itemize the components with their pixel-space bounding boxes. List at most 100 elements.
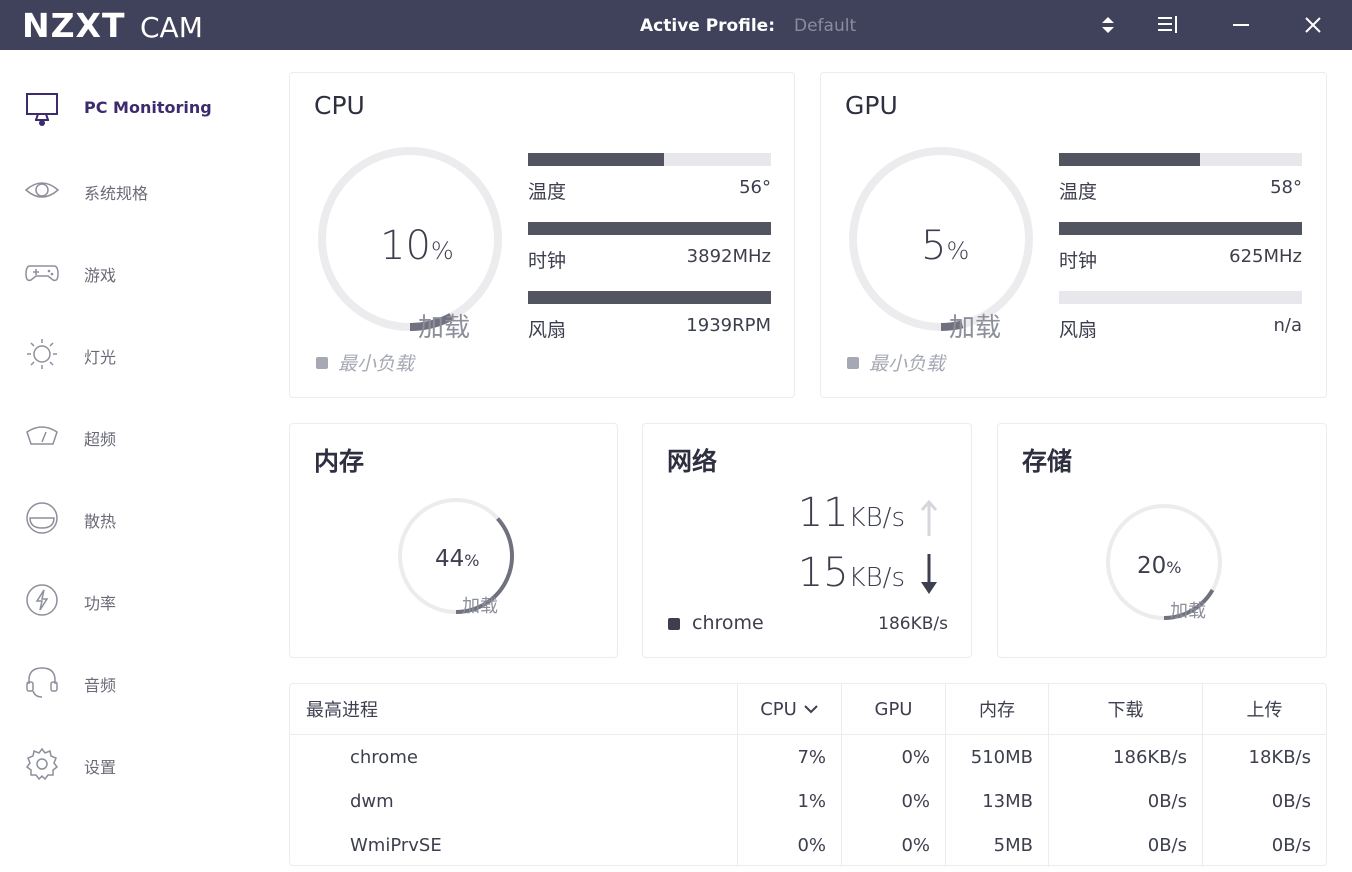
process-memory: 510MB	[970, 746, 1033, 768]
gamepad-icon	[25, 265, 59, 282]
sidebar-item-cooling[interactable]: 散热	[0, 490, 268, 550]
gpu-clock-value: 625MHz	[1229, 246, 1302, 267]
min-load-legend-swatch	[316, 357, 328, 369]
process-cpu: 7%	[797, 746, 826, 768]
header-memory[interactable]: 内存	[946, 684, 1048, 734]
upload-rate: 11KB/s	[797, 490, 905, 536]
table-header: 最高进程 CPU GPU 内存 下载 上传	[290, 684, 1326, 735]
network-top-process-rate: 186KB/s	[878, 614, 948, 634]
active-profile-value[interactable]: Default	[794, 16, 856, 36]
sidebar-item-overclocking[interactable]: 超频	[0, 408, 268, 468]
cpu-fan-label: 风扇	[528, 319, 567, 341]
sidebar-item-label: 游戏	[84, 266, 117, 285]
process-download: 0B/s	[1147, 834, 1187, 856]
active-profile-label: Active Profile:	[640, 16, 775, 36]
process-cpu: 0%	[797, 834, 826, 856]
app-logo: NZXT	[22, 6, 126, 46]
chevron-down-icon	[804, 705, 818, 714]
upload-arrow-icon	[920, 499, 938, 536]
sidebar-item-settings[interactable]: 设置	[0, 736, 268, 796]
sidebar-item-audio[interactable]: 音频	[0, 654, 268, 714]
sidebar-item-label: 设置	[84, 758, 117, 777]
gpu-temp-value: 58°	[1270, 177, 1302, 198]
network-card[interactable]: 网络 11KB/s 15KB/s chrome 186KB/s	[642, 423, 972, 658]
cpu-clock-value: 3892MHz	[686, 246, 771, 267]
cpu-temp-label: 温度	[528, 181, 567, 203]
bolt-icon	[26, 584, 58, 616]
gauge-icon	[26, 426, 58, 445]
minimize-icon[interactable]	[1228, 12, 1254, 38]
storage-load-label: 加载	[1170, 601, 1206, 622]
table-row[interactable]: WmiPrvSE 0% 0% 5MB 0B/s 0B/s	[290, 823, 1326, 867]
title-bar: NZXT CAM Active Profile: Default	[0, 0, 1352, 50]
gpu-title: GPU	[845, 91, 898, 120]
cpu-clock-bar	[528, 222, 771, 235]
header-process[interactable]: 最高进程	[306, 684, 726, 734]
header-cpu[interactable]: CPU	[738, 684, 841, 734]
storage-title: 存储	[1022, 447, 1073, 476]
gpu-clock-bar	[1059, 222, 1302, 235]
table-row[interactable]: dwm 1% 0% 13MB 0B/s 0B/s	[290, 779, 1326, 823]
process-gpu: 0%	[901, 834, 930, 856]
sort-arrows-icon[interactable]	[1095, 12, 1121, 38]
process-memory: 13MB	[982, 790, 1033, 812]
header-gpu[interactable]: GPU	[842, 684, 945, 734]
sidebar-item-label: 功率	[84, 594, 117, 613]
gpu-fan-label: 风扇	[1059, 319, 1098, 341]
gpu-temp-bar	[1059, 153, 1302, 166]
sidebar-item-power[interactable]: 功率	[0, 572, 268, 632]
process-gpu: 0%	[901, 790, 930, 812]
gpu-card[interactable]: GPU 5% 加载 最小负载 温度 58° 时钟 625MHz 风扇 n/a	[820, 72, 1327, 398]
logo-text: NZXT	[22, 6, 126, 45]
memory-load-value: 44%	[435, 546, 480, 572]
cpu-load-value: 10%	[380, 223, 454, 269]
sidebar-item-label: 音频	[84, 676, 117, 695]
min-load-legend-swatch	[847, 357, 859, 369]
close-icon[interactable]	[1300, 12, 1326, 38]
process-upload: 18KB/s	[1248, 746, 1312, 768]
gpu-load-value: 5%	[921, 223, 970, 269]
gpu-fan-bar	[1059, 291, 1302, 304]
gear-icon	[25, 747, 59, 781]
header-upload[interactable]: 上传	[1203, 684, 1326, 734]
cpu-clock-label: 时钟	[528, 250, 567, 272]
sidebar-item-label: 灯光	[84, 348, 117, 367]
network-title: 网络	[667, 447, 718, 476]
sidebar-item-lighting[interactable]: 灯光	[0, 326, 268, 386]
process-gpu: 0%	[901, 746, 930, 768]
active-indicator	[39, 120, 45, 126]
sidebar-item-system-specs[interactable]: 系统规格	[0, 162, 268, 222]
process-name: WmiPrvSE	[350, 834, 442, 856]
memory-load-label: 加载	[462, 596, 498, 617]
storage-card[interactable]: 存储 20% 加载	[997, 423, 1327, 658]
gpu-fan-value: n/a	[1273, 315, 1302, 336]
sidebar-item-pc-monitoring[interactable]: PC Monitoring	[0, 80, 268, 140]
logo-suffix: CAM	[140, 11, 203, 44]
menu-icon[interactable]	[1155, 12, 1181, 38]
process-download: 186KB/s	[1113, 746, 1187, 768]
process-upload: 0B/s	[1271, 834, 1311, 856]
top-processes-table: 最高进程 CPU GPU 内存 下载 上传 chrome 7% 0% 510MB…	[289, 683, 1327, 867]
cpu-temp-bar	[528, 153, 771, 166]
cpu-load-label: 加载	[418, 313, 471, 343]
process-name: chrome	[350, 746, 418, 768]
sidebar-item-games[interactable]: 游戏	[0, 244, 268, 304]
min-load-legend: 最小负载	[338, 353, 415, 375]
sidebar: PC Monitoring 系统规格 游戏 灯光 超频 散热 功率 音频 设置	[0, 50, 268, 872]
memory-card[interactable]: 内存 44% 加载	[289, 423, 618, 658]
table-row[interactable]: chrome 7% 0% 510MB 186KB/s 18KB/s	[290, 735, 1326, 779]
min-load-legend: 最小负载	[869, 353, 946, 375]
gpu-temp-label: 温度	[1059, 181, 1098, 203]
sun-icon	[27, 339, 57, 369]
download-arrow-icon	[921, 554, 937, 594]
process-name: dwm	[350, 790, 394, 812]
top-process-swatch	[668, 618, 680, 630]
header-download[interactable]: 下载	[1049, 684, 1202, 734]
headset-icon	[26, 667, 58, 698]
process-upload: 0B/s	[1271, 790, 1311, 812]
cpu-card[interactable]: CPU 10% 加载 最小负载 温度 56° 时钟 3892MHz 风扇 193…	[289, 72, 795, 398]
cpu-title: CPU	[314, 91, 365, 120]
storage-load-value: 20%	[1137, 553, 1182, 579]
network-top-process: chrome	[692, 612, 764, 634]
eye-icon	[24, 182, 60, 198]
